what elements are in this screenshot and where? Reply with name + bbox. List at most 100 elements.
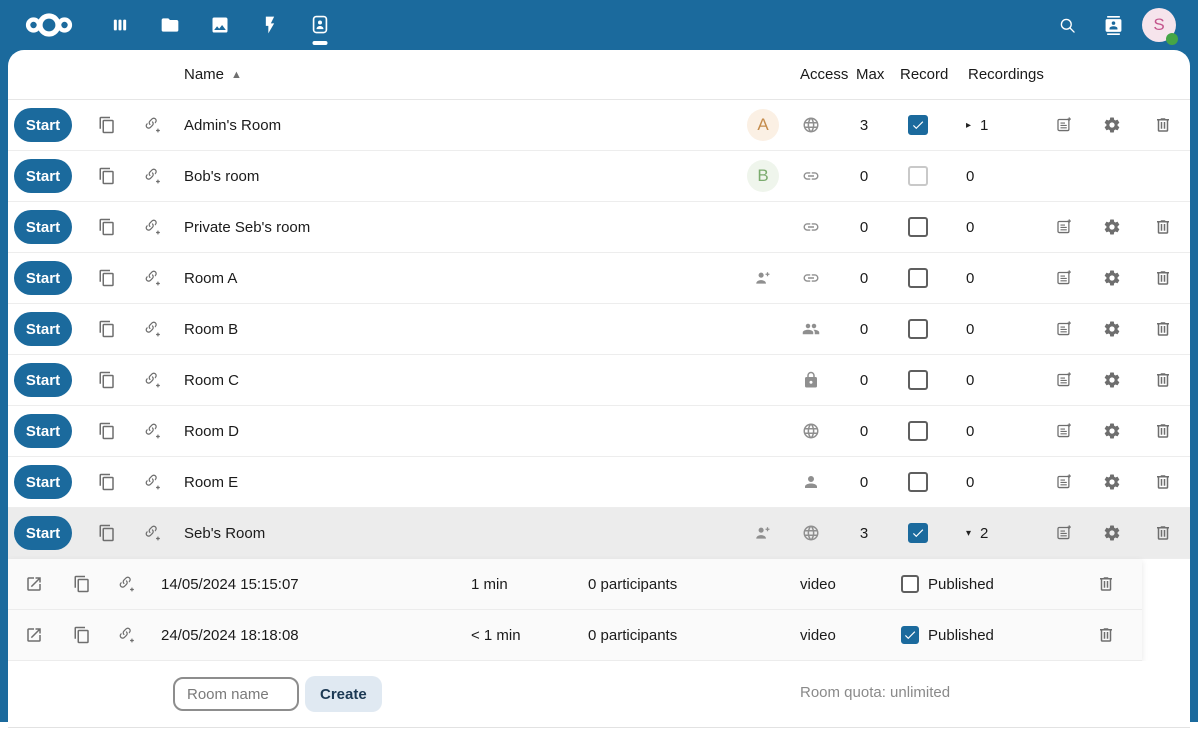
room-name[interactable]: Admin's Room [176,117,740,134]
room-name[interactable]: Room B [176,321,740,338]
link-plus-icon[interactable] [130,320,176,338]
settings-icon[interactable] [1088,116,1136,134]
link-plus-icon[interactable] [130,371,176,389]
create-room-button[interactable]: Create [305,676,382,712]
settings-icon[interactable] [1088,422,1136,440]
room-recordings-cell[interactable]: 0 [944,270,1040,287]
room-recordings-cell[interactable]: 0 [944,321,1040,338]
recordings-toggle[interactable]: ▾ [966,528,971,539]
edit-room-icon[interactable] [1040,116,1088,134]
record-checkbox[interactable] [908,472,928,492]
edit-room-icon[interactable] [1040,371,1088,389]
copy-recording-link-icon[interactable] [60,575,104,593]
published-checkbox[interactable] [901,626,919,644]
record-checkbox[interactable] [908,523,928,543]
room-recordings-cell[interactable]: 0 [944,474,1040,491]
room-recordings-cell[interactable]: 0 [944,168,1040,185]
start-button[interactable]: Start [14,210,72,244]
room-name[interactable]: Room A [176,270,740,287]
delete-room-icon[interactable] [1136,269,1190,287]
app-files[interactable] [145,0,195,50]
record-checkbox[interactable] [908,166,928,186]
room-name[interactable]: Room D [176,423,740,440]
copy-recording-link-icon[interactable] [60,626,104,644]
link-plus-icon[interactable] [130,422,176,440]
copy-room-link-icon[interactable] [84,116,130,134]
edit-room-icon[interactable] [1040,320,1088,338]
open-recording-icon[interactable] [8,626,60,644]
nextcloud-logo[interactable] [21,10,77,40]
copy-room-link-icon[interactable] [84,269,130,287]
user-avatar[interactable]: S [1142,8,1176,42]
link-plus-icon[interactable] [130,524,176,542]
recordings-toggle[interactable]: ▸ [966,120,971,131]
room-name[interactable]: Private Seb's room [176,219,740,236]
settings-icon[interactable] [1088,371,1136,389]
settings-icon[interactable] [1088,269,1136,287]
link-plus-icon[interactable] [130,473,176,491]
delete-room-icon[interactable] [1136,524,1190,542]
copy-room-link-icon[interactable] [84,218,130,236]
column-header-name[interactable]: Name ▲ [176,66,740,83]
edit-room-icon[interactable] [1040,422,1088,440]
app-dashboard[interactable] [95,0,145,50]
room-recordings-cell[interactable]: 0 [944,423,1040,440]
record-checkbox[interactable] [908,319,928,339]
room-recordings-cell[interactable]: 0 [944,219,1040,236]
link-plus-icon[interactable] [130,269,176,287]
start-button[interactable]: Start [14,159,72,193]
app-photos[interactable] [195,0,245,50]
copy-room-link-icon[interactable] [84,167,130,185]
contacts-icon[interactable] [1090,0,1136,50]
record-checkbox[interactable] [908,421,928,441]
delete-room-icon[interactable] [1136,116,1190,134]
copy-room-link-icon[interactable] [84,320,130,338]
app-bbb-rooms[interactable] [295,0,345,50]
delete-room-icon[interactable] [1136,320,1190,338]
start-button[interactable]: Start [14,414,72,448]
delete-room-icon[interactable] [1136,422,1190,440]
copy-room-link-icon[interactable] [84,473,130,491]
link-plus-icon[interactable] [104,626,150,644]
link-plus-icon[interactable] [130,167,176,185]
link-plus-icon[interactable] [130,116,176,134]
start-button[interactable]: Start [14,108,72,142]
delete-room-icon[interactable] [1136,218,1190,236]
start-button[interactable]: Start [14,516,72,550]
search-icon[interactable] [1044,0,1090,50]
delete-recording-icon[interactable] [1070,575,1142,593]
room-name[interactable]: Room C [176,372,740,389]
copy-room-link-icon[interactable] [84,422,130,440]
settings-icon[interactable] [1088,524,1136,542]
room-name[interactable]: Seb's Room [176,525,740,542]
room-recordings-cell[interactable]: ▾2 [944,525,1040,542]
settings-icon[interactable] [1088,218,1136,236]
delete-recording-icon[interactable] [1070,626,1142,644]
start-button[interactable]: Start [14,465,72,499]
link-plus-icon[interactable] [130,218,176,236]
edit-room-icon[interactable] [1040,473,1088,491]
edit-room-icon[interactable] [1040,269,1088,287]
open-recording-icon[interactable] [8,575,60,593]
edit-room-icon[interactable] [1040,524,1088,542]
settings-icon[interactable] [1088,320,1136,338]
record-checkbox[interactable] [908,268,928,288]
settings-icon[interactable] [1088,473,1136,491]
room-recordings-cell[interactable]: 0 [944,372,1040,389]
delete-room-icon[interactable] [1136,473,1190,491]
room-name[interactable]: Bob's room [176,168,740,185]
copy-room-link-icon[interactable] [84,524,130,542]
start-button[interactable]: Start [14,312,72,346]
app-activity[interactable] [245,0,295,50]
edit-room-icon[interactable] [1040,218,1088,236]
link-plus-icon[interactable] [104,575,150,593]
room-name[interactable]: Room E [176,474,740,491]
record-checkbox[interactable] [908,217,928,237]
delete-room-icon[interactable] [1136,371,1190,389]
room-name-input[interactable] [173,677,299,711]
room-recordings-cell[interactable]: ▸1 [944,117,1040,134]
record-checkbox[interactable] [908,370,928,390]
published-checkbox[interactable] [901,575,919,593]
record-checkbox[interactable] [908,115,928,135]
start-button[interactable]: Start [14,261,72,295]
